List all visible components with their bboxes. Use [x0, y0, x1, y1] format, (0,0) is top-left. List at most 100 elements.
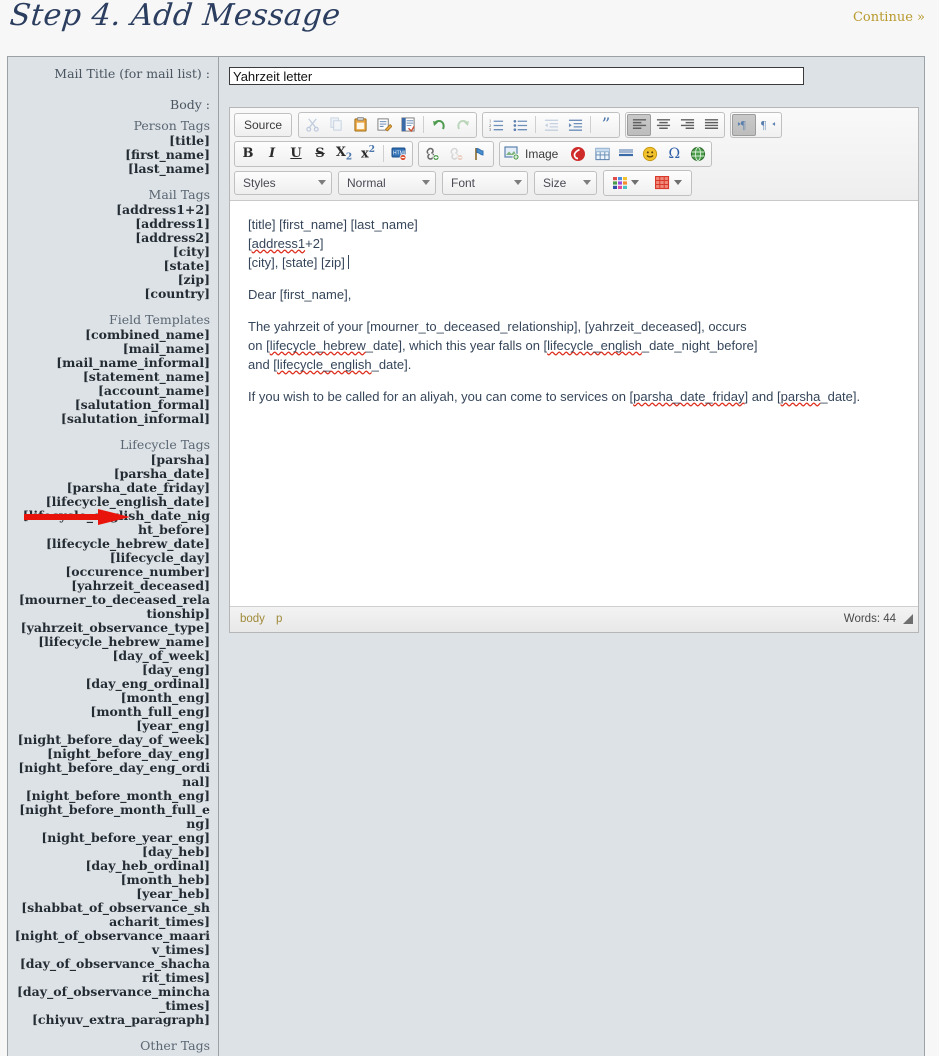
- tag-item[interactable]: [mail_name_informal]: [14, 356, 210, 370]
- tag-item[interactable]: [year_heb]: [14, 887, 210, 901]
- anchor-icon[interactable]: [468, 143, 492, 165]
- copy-icon[interactable]: [324, 114, 348, 136]
- tag-item[interactable]: [last_name]: [14, 162, 210, 176]
- tag-item[interactable]: [account_name]: [14, 384, 210, 398]
- text-direction-ltr-icon[interactable]: ¶: [732, 113, 757, 136]
- tag-item[interactable]: [address1+2]: [14, 203, 210, 217]
- mail-title-input[interactable]: [229, 67, 804, 85]
- editor-text: +2]: [305, 235, 324, 251]
- tag-item[interactable]: [lifecycle_hebrew_name]: [14, 635, 210, 649]
- tag-item[interactable]: [first_name]: [14, 148, 210, 162]
- tag-item[interactable]: [chiyuv_extra_paragraph]: [14, 1013, 210, 1027]
- tag-item[interactable]: [statement_name]: [14, 370, 210, 384]
- redo-icon[interactable]: [451, 114, 475, 136]
- tag-item[interactable]: [day_eng_ordinal]: [14, 677, 210, 691]
- smiley-icon[interactable]: [638, 143, 662, 165]
- background-color-button[interactable]: [647, 172, 690, 194]
- align-left-icon[interactable]: [627, 113, 652, 136]
- superscript-icon[interactable]: x2: [356, 143, 380, 165]
- styles-combo[interactable]: Styles: [234, 170, 332, 195]
- tag-item[interactable]: [night_of_observance_maariv_times]: [14, 929, 210, 957]
- tag-item[interactable]: [lifecycle_hebrew_date]: [14, 537, 210, 551]
- tag-item[interactable]: [day_of_observance_mincha_times]: [14, 985, 210, 1013]
- justify-icon[interactable]: [699, 114, 723, 136]
- tag-item[interactable]: [night_before_year_eng]: [14, 831, 210, 845]
- tag-item[interactable]: [yahrzeit_observance_type]: [14, 621, 210, 635]
- tag-item[interactable]: [month_full_eng]: [14, 705, 210, 719]
- undo-icon[interactable]: [427, 114, 451, 136]
- underline-icon[interactable]: U: [284, 143, 308, 165]
- image-button[interactable]: Image: [501, 143, 566, 165]
- tag-item[interactable]: [night_before_day_eng_ordinal]: [14, 761, 210, 789]
- align-center-icon[interactable]: [651, 114, 675, 136]
- strikethrough-icon[interactable]: S: [308, 143, 332, 165]
- text-color-button[interactable]: [605, 172, 647, 194]
- bold-icon[interactable]: B: [236, 143, 260, 165]
- font-combo[interactable]: Font: [442, 170, 528, 195]
- paste-as-plain-text-icon[interactable]: [372, 114, 396, 136]
- remove-format-icon[interactable]: HTML: [387, 143, 411, 165]
- tag-item[interactable]: [salutation_informal]: [14, 412, 210, 426]
- resize-grip-icon[interactable]: [902, 613, 914, 625]
- tag-item[interactable]: [day_of_week]: [14, 649, 210, 663]
- link-icon[interactable]: [420, 143, 444, 165]
- paste-from-word-icon[interactable]: [396, 114, 420, 136]
- tag-item[interactable]: [mourner_to_deceased_relationship]: [14, 593, 210, 621]
- paste-icon[interactable]: [348, 114, 372, 136]
- tag-item[interactable]: [parsha_date]: [14, 467, 210, 481]
- indent-icon[interactable]: [563, 114, 587, 136]
- tag-item[interactable]: [night_before_day_of_week]: [14, 733, 210, 747]
- special-character-icon[interactable]: Ω: [662, 143, 686, 165]
- align-right-icon[interactable]: [675, 114, 699, 136]
- tag-item[interactable]: [day_heb_ordinal]: [14, 859, 210, 873]
- tag-item[interactable]: [country]: [14, 287, 210, 301]
- tag-item[interactable]: [address2]: [14, 231, 210, 245]
- page-break-icon[interactable]: [686, 143, 710, 165]
- horizontal-rule-icon[interactable]: [614, 143, 638, 165]
- unlink-icon[interactable]: [444, 143, 468, 165]
- subscript-icon[interactable]: X2: [332, 143, 356, 165]
- elements-path-item[interactable]: body: [240, 613, 265, 625]
- tag-item[interactable]: [parsha]: [14, 453, 210, 467]
- tag-item[interactable]: [night_before_month_eng]: [14, 789, 210, 803]
- tag-item[interactable]: [parsha_date_friday]: [14, 481, 210, 495]
- outdent-icon[interactable]: [539, 114, 563, 136]
- table-icon[interactable]: [590, 143, 614, 165]
- continue-link[interactable]: Continue »: [853, 10, 925, 25]
- paragraph-format-combo[interactable]: Normal: [338, 170, 436, 195]
- editor-content-area[interactable]: [title] [first_name] [last_name] [address…: [230, 200, 918, 606]
- tag-item[interactable]: [combined_name]: [14, 328, 210, 342]
- flash-icon[interactable]: [566, 143, 590, 165]
- tag-item[interactable]: [occurence_number]: [14, 565, 210, 579]
- blockquote-icon[interactable]: ”: [594, 114, 618, 136]
- source-button[interactable]: Source: [234, 112, 293, 137]
- tag-item[interactable]: [shabbat_of_observance_shacharit_times]: [14, 901, 210, 929]
- tag-item[interactable]: [lifecycle_day]: [14, 551, 210, 565]
- tag-item[interactable]: [address1]: [14, 217, 210, 231]
- tag-item[interactable]: [lifecycle_english_date]: [14, 495, 210, 509]
- tag-item[interactable]: [mail_name]: [14, 342, 210, 356]
- tag-item[interactable]: [zip]: [14, 273, 210, 287]
- cut-icon[interactable]: [300, 114, 324, 136]
- tag-item[interactable]: [night_before_day_eng]: [14, 747, 210, 761]
- tag-item[interactable]: [day_eng]: [14, 663, 210, 677]
- bulleted-list-icon[interactable]: [508, 114, 532, 136]
- numbered-list-icon[interactable]: 123: [484, 114, 508, 136]
- tag-item[interactable]: [day_heb]: [14, 845, 210, 859]
- tag-item[interactable]: [salutation_formal]: [14, 398, 210, 412]
- tag-item[interactable]: [yahrzeit_deceased]: [14, 579, 210, 593]
- elements-path-item[interactable]: p: [276, 613, 282, 625]
- tag-item[interactable]: [month_heb]: [14, 873, 210, 887]
- editor-paragraph: Dear [first_name],: [248, 285, 900, 304]
- tag-item[interactable]: [night_before_month_full_eng]: [14, 803, 210, 831]
- tag-item[interactable]: [city]: [14, 245, 210, 259]
- tag-item[interactable]: [title]: [14, 134, 210, 148]
- tag-item[interactable]: [year_eng]: [14, 719, 210, 733]
- tag-item[interactable]: [lifecycle_english_date_night_before]: [14, 509, 210, 537]
- tag-item[interactable]: [month_eng]: [14, 691, 210, 705]
- italic-icon[interactable]: I: [260, 143, 284, 165]
- tag-item[interactable]: [state]: [14, 259, 210, 273]
- font-size-combo[interactable]: Size: [534, 170, 597, 195]
- tag-item[interactable]: [day_of_observance_shacharit_times]: [14, 957, 210, 985]
- text-direction-rtl-icon[interactable]: ¶: [756, 114, 780, 136]
